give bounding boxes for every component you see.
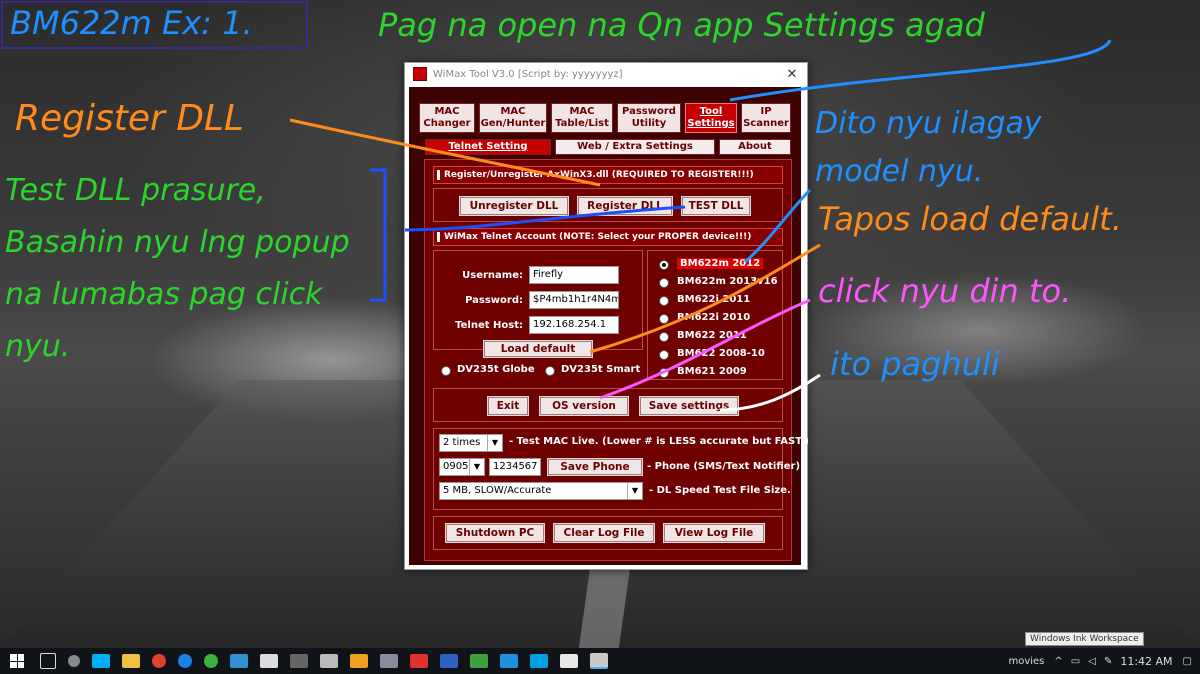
save-arrow	[719, 373, 821, 412]
test-dll-arrow	[404, 205, 686, 232]
load-arrow	[589, 243, 821, 354]
annotation-open-settings: Pag na open na Qn app Settings agad	[378, 6, 985, 44]
settings-arrow	[729, 39, 1112, 102]
annotation-click: click nyu din to.	[818, 272, 1072, 310]
annotation-register-dll: Register DLL	[15, 98, 245, 139]
model-arrow	[744, 188, 812, 264]
annotation-header: BM622m Ex: 1.	[10, 4, 253, 42]
click-arrow	[599, 298, 811, 400]
annotation-last: ito paghuli	[830, 345, 1000, 383]
annotation-load-default: Tapos load default.	[818, 200, 1122, 238]
annotation-model: Dito nyu ilagay model nyu.	[815, 106, 1042, 189]
annotation-test-dll: Test DLL prasure, Basahin nyu lng popup …	[5, 173, 350, 364]
